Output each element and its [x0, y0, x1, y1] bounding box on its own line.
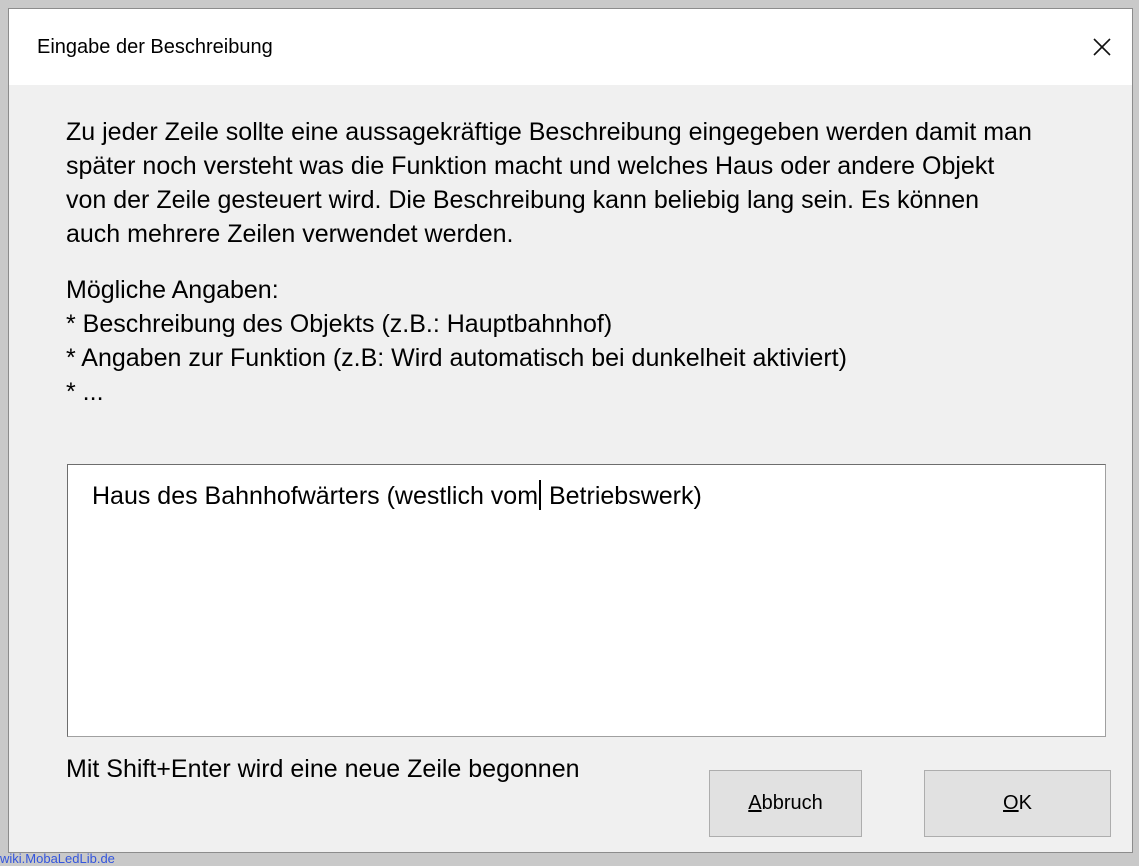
cancel-button[interactable]: Abbruch — [709, 770, 862, 837]
description-line: von der Zeile gesteuert wird. Die Beschr… — [66, 186, 980, 214]
title-bar: Eingabe der Beschreibung — [9, 9, 1132, 85]
cancel-label-rest: bbruch — [761, 792, 823, 814]
ok-button[interactable]: OK — [924, 770, 1111, 837]
description-text: Zu jeder Zeile sollte eine aussagekräfti… — [66, 115, 1106, 251]
close-button[interactable] — [1082, 27, 1122, 67]
close-icon — [1093, 38, 1111, 56]
description-input[interactable]: Haus des Bahnhofwärters (westlich vom Be… — [67, 464, 1106, 737]
hint-text: Mit Shift+Enter wird eine neue Zeile beg… — [66, 755, 580, 783]
dialog-content: Zu jeder Zeile sollte eine aussagekräfti… — [66, 115, 1106, 409]
text-cursor — [539, 480, 542, 510]
cancel-accelerator-key: A — [748, 792, 762, 814]
window-title: Eingabe der Beschreibung — [37, 36, 273, 58]
cancel-button-label: Abbruch — [748, 792, 823, 815]
ok-label-rest: K — [1018, 792, 1032, 814]
description-line: auch mehrere Zeilen verwendet werden. — [66, 220, 514, 248]
option-item: * Beschreibung des Objekts (z.B.: Hauptb… — [66, 310, 613, 338]
options-list: Mögliche Angaben: * Beschreibung des Obj… — [66, 273, 1106, 409]
ok-accelerator-key: O — [1003, 792, 1019, 814]
option-item: * Angaben zur Funktion (z.B: Wird automa… — [66, 344, 847, 372]
ok-button-label: OK — [1003, 792, 1032, 815]
watermark-text: wiki.MobaLedLib.de — [0, 851, 115, 866]
option-item: * ... — [66, 378, 104, 406]
input-text-before-cursor: Haus des Bahnhofwärters (westlich vom — [92, 482, 539, 510]
options-heading: Mögliche Angaben: — [66, 276, 279, 304]
dialog-window: Eingabe der Beschreibung Zu jeder Zeile … — [8, 8, 1133, 853]
input-text-after-cursor: Betriebswerk) — [542, 482, 702, 510]
description-line: später noch versteht was die Funktion ma… — [66, 152, 995, 180]
description-line: Zu jeder Zeile sollte eine aussagekräfti… — [66, 118, 1032, 146]
